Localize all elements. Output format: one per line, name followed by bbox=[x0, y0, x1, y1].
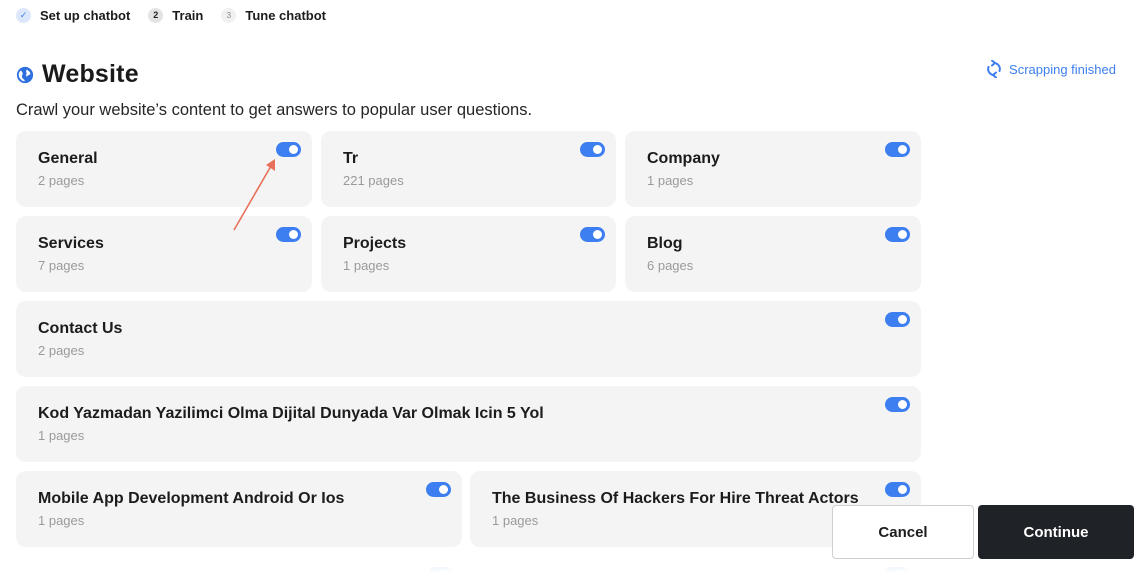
page-title: Website bbox=[42, 60, 139, 88]
source-card-blog[interactable]: Blog 6 pages bbox=[625, 216, 921, 292]
step-label: Train bbox=[172, 7, 204, 23]
include-toggle[interactable] bbox=[885, 227, 910, 242]
source-card-contact-us[interactable]: Contact Us 2 pages bbox=[16, 301, 921, 377]
include-toggle[interactable] bbox=[580, 142, 605, 157]
card-title: Services bbox=[38, 235, 104, 252]
card-title: Contact Us bbox=[38, 320, 123, 337]
cancel-button[interactable]: Cancel bbox=[832, 505, 974, 559]
include-toggle[interactable] bbox=[276, 227, 301, 242]
card-title: Kod Yazmadan Yazilimci Olma Dijital Duny… bbox=[38, 405, 544, 422]
page-heading: Website bbox=[16, 60, 139, 89]
source-card-tr[interactable]: Tr 221 pages bbox=[321, 131, 616, 207]
step-tune[interactable]: 3 Tune chatbot bbox=[221, 7, 326, 23]
source-card-projects[interactable]: Projects 1 pages bbox=[321, 216, 616, 292]
card-title: Blog bbox=[647, 235, 683, 252]
include-toggle[interactable] bbox=[885, 482, 910, 497]
continue-button[interactable]: Continue bbox=[978, 505, 1134, 559]
card-title: Mobile App Development Android Or Ios bbox=[38, 490, 345, 507]
include-toggle[interactable] bbox=[885, 312, 910, 327]
source-card-company[interactable]: Company 1 pages bbox=[625, 131, 921, 207]
card-title: General bbox=[38, 150, 98, 167]
card-page-count: 7 pages bbox=[38, 258, 85, 273]
include-toggle[interactable] bbox=[276, 142, 301, 157]
source-card-kod-yazmadan[interactable]: Kod Yazmadan Yazilimci Olma Dijital Duny… bbox=[16, 386, 921, 462]
card-title: The Business Of Hackers For Hire Threat … bbox=[492, 490, 859, 507]
step-number: 2 bbox=[148, 7, 164, 23]
card-page-count: 1 pages bbox=[647, 173, 694, 188]
step-train[interactable]: 2 Train bbox=[148, 7, 204, 23]
include-toggle[interactable] bbox=[426, 482, 451, 497]
page-subtitle: Crawl your website’s content to get answ… bbox=[16, 101, 533, 119]
card-page-count: 6 pages bbox=[647, 258, 694, 273]
card-page-count: 2 pages bbox=[38, 343, 85, 358]
step-number: 3 bbox=[221, 7, 237, 23]
card-page-count: 1 pages bbox=[492, 513, 539, 528]
source-card-services[interactable]: Services 7 pages bbox=[16, 216, 312, 292]
step-setup[interactable]: ✓ Set up chatbot bbox=[16, 7, 131, 23]
step-label: Tune chatbot bbox=[245, 7, 326, 23]
status-text: Scrapping finished bbox=[1009, 61, 1116, 77]
refresh-icon bbox=[987, 60, 1001, 78]
source-card-mobile-app[interactable]: Mobile App Development Android Or Ios 1 … bbox=[16, 471, 462, 547]
card-page-count: 1 pages bbox=[38, 428, 85, 443]
card-title: Projects bbox=[343, 235, 407, 252]
card-title: Tr bbox=[343, 150, 359, 167]
card-page-count: 1 pages bbox=[343, 258, 390, 273]
include-toggle[interactable] bbox=[885, 397, 910, 412]
card-title: Company bbox=[647, 150, 720, 167]
globe-icon bbox=[16, 66, 34, 83]
step-label: Set up chatbot bbox=[40, 7, 131, 23]
card-page-count: 2 pages bbox=[38, 173, 85, 188]
check-icon: ✓ bbox=[16, 7, 31, 23]
stepper: ✓ Set up chatbot 2 Train 3 Tune chatbot bbox=[16, 6, 344, 24]
source-card-general[interactable]: General 2 pages bbox=[16, 131, 312, 207]
include-toggle[interactable] bbox=[580, 227, 605, 242]
scraping-status: Scrapping finished bbox=[986, 60, 1116, 78]
card-page-count: 1 pages bbox=[38, 513, 85, 528]
card-page-count: 221 pages bbox=[343, 173, 404, 188]
include-toggle[interactable] bbox=[885, 142, 910, 157]
